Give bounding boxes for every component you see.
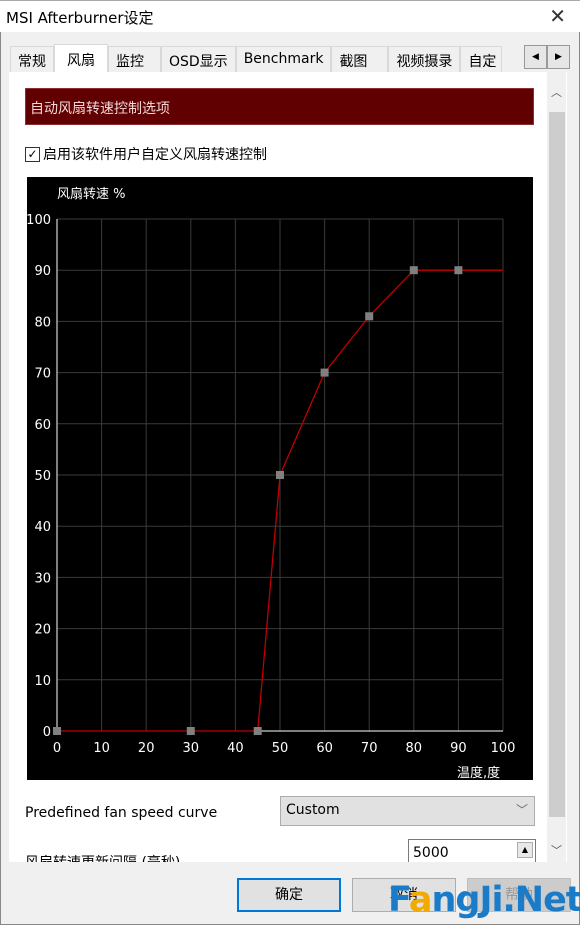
section-header: 自动风扇转速控制选项 — [25, 88, 534, 125]
x-tick-label: 60 — [316, 741, 333, 756]
y-tick-label: 50 — [34, 469, 51, 484]
curve-point[interactable] — [186, 727, 195, 735]
chevron-down-icon: ﹀ — [515, 803, 528, 817]
update-interval-label: 风扇转速更新间隔 (毫秒) — [25, 852, 180, 862]
dropdown-value: Custom — [286, 802, 340, 818]
tab-custom[interactable]: 自定 — [460, 46, 503, 73]
fan-curve-chart[interactable]: 风扇转速 % 温度,度 0 10 20 30 40 50 60 70 80 90 100 0 10 20 3… — [26, 177, 533, 781]
curve-point[interactable] — [253, 727, 262, 735]
tab-screenshot[interactable]: 截图 — [331, 46, 389, 73]
tab-general[interactable]: 常规 — [10, 46, 54, 73]
scroll-down-icon[interactable]: ﹀ — [547, 842, 566, 858]
scroll-up-icon[interactable]: ︿ — [547, 84, 566, 100]
curve-point[interactable] — [276, 471, 284, 479]
tab-benchmark[interactable]: Benchmark — [235, 46, 332, 73]
fan-curve-svg[interactable]: 风扇转速 % 温度,度 0 10 20 30 40 50 60 70 80 90 100 0 10 20 3… — [26, 177, 533, 781]
vertical-scrollbar[interactable]: ︿ ﹀ — [547, 72, 566, 862]
y-axis-label: 风扇转速 % — [57, 186, 126, 202]
checkbox-label: 启用该软件用户自定义风扇转速控制 — [43, 147, 267, 163]
x-tick-label: 100 — [491, 741, 516, 756]
fan-settings-panel: 自动风扇转速控制选项 ✓ 启用该软件用户自定义风扇转速控制 风扇转速 % 温度,… — [9, 72, 567, 862]
curve-point[interactable] — [409, 266, 418, 275]
tab-osd[interactable]: OSD显示 — [161, 46, 236, 73]
y-tick-label: 80 — [34, 315, 51, 330]
checkbox-checked-icon[interactable]: ✓ — [25, 146, 40, 162]
x-tick-label: 0 — [53, 741, 61, 756]
watermark-logo: FangJi.Net — [388, 880, 580, 920]
y-tick-label: 60 — [34, 418, 51, 433]
y-tick-label: 40 — [34, 520, 51, 535]
curve-point[interactable] — [320, 368, 329, 377]
x-tick-label: 10 — [93, 741, 110, 756]
predefined-curve-dropdown[interactable]: Custom ﹀ — [280, 796, 535, 826]
spin-up-icon[interactable]: ▲ — [517, 842, 533, 858]
y-tick-label: 30 — [34, 571, 51, 586]
scrollbar-thumb[interactable] — [549, 112, 565, 817]
update-interval-input[interactable]: 5000 ▲ — [408, 839, 536, 862]
close-icon[interactable]: ✕ — [549, 4, 566, 28]
curve-point[interactable] — [53, 727, 61, 735]
y-tick-label: 20 — [34, 623, 51, 638]
x-tick-label: 40 — [227, 741, 244, 756]
ok-button[interactable]: 确定 — [237, 878, 341, 912]
window-title: MSI Afterburner设定 — [6, 9, 154, 27]
y-tick-label: 100 — [27, 213, 51, 228]
tab-bar: 常规 风扇 监控 OSD显示 Benchmark 截图 视频摄录 自定 — [10, 44, 503, 74]
tab-fan[interactable]: 风扇 — [54, 44, 108, 74]
x-tick-label: 90 — [450, 741, 467, 756]
y-tick-label: 90 — [34, 264, 51, 279]
curve-point[interactable] — [365, 312, 374, 321]
x-axis-label: 温度,度 — [457, 765, 500, 780]
x-tick-label: 70 — [361, 741, 378, 756]
x-tick-label: 50 — [272, 741, 289, 756]
tab-scroll-right-icon[interactable]: ▶ — [547, 45, 570, 69]
tab-scroll-left-icon[interactable]: ◀ — [524, 45, 547, 69]
x-tick-label: 80 — [406, 741, 423, 756]
tab-monitoring[interactable]: 监控 — [108, 46, 161, 73]
x-tick-label: 30 — [183, 741, 200, 756]
predefined-curve-label: Predefined fan speed curve — [25, 805, 218, 821]
title-bar: MSI Afterburner设定 ✕ — [0, 0, 580, 32]
interval-value: 5000 — [413, 845, 449, 861]
y-tick-label: 70 — [34, 367, 51, 382]
curve-point[interactable] — [454, 266, 463, 275]
y-tick-label: 10 — [34, 674, 51, 689]
x-tick-label: 20 — [138, 741, 155, 756]
tab-video-capture[interactable]: 视频摄录 — [388, 46, 461, 73]
y-tick-label: 0 — [43, 725, 51, 740]
enable-fan-control-checkbox[interactable]: ✓ 启用该软件用户自定义风扇转速控制 — [25, 144, 267, 164]
